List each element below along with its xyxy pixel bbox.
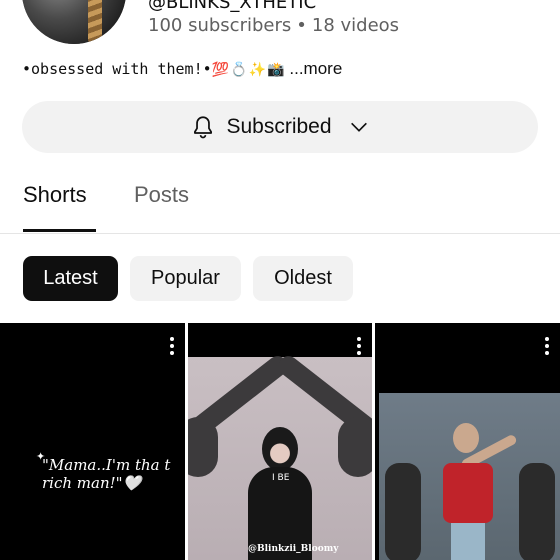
subscribed-label: Subscribed [226, 115, 332, 138]
image-figure [248, 427, 312, 560]
image-figure [188, 417, 218, 477]
image-figure [439, 423, 518, 560]
short-caption: "Mama..I'm tha t rich man!"🤍 [42, 456, 171, 492]
bell-icon [194, 116, 213, 139]
tab-posts[interactable]: Posts [134, 182, 189, 208]
shorts-grid: ✦ "Mama..I'm tha t rich man!"🤍 I BE @Bli… [0, 323, 560, 560]
short-watermark: @Blinkzii_Bloomy [248, 544, 339, 554]
avatar-image [22, 0, 126, 44]
subscriber-count: 100 subscribers [148, 15, 292, 36]
tab-shorts[interactable]: Shorts [23, 182, 87, 208]
more-vert-icon[interactable] [544, 337, 550, 359]
filter-latest[interactable]: Latest [23, 256, 118, 301]
channel-bio[interactable]: •obsessed with them!•💯💍✨📸 ...more [22, 59, 342, 79]
more-link[interactable]: ...more [289, 59, 342, 78]
channel-tabs: Shorts Posts [0, 172, 560, 234]
filter-popular[interactable]: Popular [130, 256, 241, 301]
image-figure [385, 463, 421, 560]
filter-oldest[interactable]: Oldest [253, 256, 353, 301]
short-thumbnail[interactable]: ✦ "Mama..I'm tha t rich man!"🤍 [0, 323, 185, 560]
channel-stats: 100 subscribers • 18 videos [148, 15, 399, 36]
image-figure [519, 463, 555, 560]
active-tab-indicator [23, 229, 96, 232]
image-figure [338, 417, 372, 477]
bio-text: •obsessed with them!• [22, 60, 212, 78]
subscribed-button[interactable]: Subscribed [22, 101, 538, 153]
short-image [379, 393, 560, 560]
more-vert-icon[interactable] [356, 337, 362, 359]
short-image [188, 352, 372, 560]
short-thumbnail[interactable]: I BE @Blinkzii_Bloomy [188, 323, 372, 560]
more-vert-icon[interactable] [169, 337, 175, 359]
short-thumbnail[interactable] [375, 323, 560, 560]
channel-avatar[interactable] [22, 0, 126, 44]
avatar-braid [88, 0, 102, 44]
short-overlay-text: I BE [272, 473, 290, 483]
stats-separator: • [296, 15, 307, 36]
video-count: 18 videos [311, 15, 400, 36]
chevron-down-icon [350, 122, 367, 132]
channel-handle: @BLINKS_XTHETIC [148, 0, 317, 13]
bio-emojis: 💯💍✨📸 [211, 62, 286, 78]
